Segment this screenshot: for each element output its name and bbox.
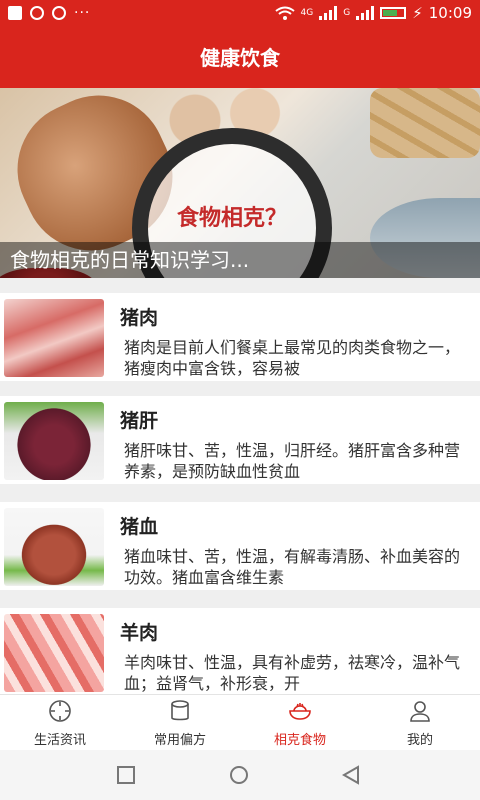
item-description: 猪肝味甘、苦，性温，归肝经。猪肝富含多种营养素，是预防缺血性贫血 [124,441,461,481]
list-item[interactable]: 猪肝 猪肝味甘、苦，性温，归肝经。猪肝富含多种营养素，是预防缺血性贫血 [0,396,480,484]
signal-2-icon [356,6,375,20]
tab-common-remedies[interactable]: 常用偏方 [120,695,240,751]
banner-overlay-text: 食物相克？ [176,206,287,231]
tab-label: 相克食物 [273,733,326,748]
tab-food-conflicts[interactable]: 相克食物 [240,695,360,751]
item-title: 羊肉 [120,622,159,644]
pork-thumbnail [4,299,104,377]
globe-icon [52,6,66,20]
clock: 10:09 [428,4,472,22]
tab-label: 我的 [406,733,433,748]
tab-life-news[interactable]: 生活资讯 [0,695,120,751]
bottom-nav: 生活资讯 常用偏方 相克食物 我的 [0,694,480,751]
tab-label: 生活资讯 [33,733,86,748]
back-icon[interactable] [340,764,362,786]
g-network-label: G [343,8,351,18]
list-item[interactable]: 猪肉 猪肉是目前人们餐桌上最常见的肉类食物之一，猪瘦肉中富含铁，容易被 [0,293,480,381]
item-title: 猪肝 [120,410,159,432]
banner-carousel[interactable]: 食物相克？ 食物相克的日常知识学习... [0,88,480,278]
item-description: 猪血味甘、苦，性温，有解毒清肠、补血美容的功效。猪血富含维生素 [124,547,461,587]
charging-icon: ⚡ [412,4,423,22]
banner-caption: 食物相克的日常知识学习... [0,242,480,278]
list-item[interactable]: 羊肉 羊肉味甘、性温，具有补虚劳，祛寒冷，温补气血；益肾气，补形衰，开 [0,608,480,694]
system-nav-bar [0,750,480,800]
wifi-icon [274,6,295,20]
recent-apps-icon[interactable] [116,765,136,785]
item-title: 猪肉 [120,307,159,329]
food-bowl-icon [289,703,311,720]
item-description: 羊肉味甘、性温，具有补虚劳，祛寒冷，温补气血；益肾气，补形衰，开 [124,653,461,693]
notification-circle-icon [30,6,44,20]
peanuts-image [370,88,480,158]
food-list: 猪肉 猪肉是目前人们餐桌上最常见的肉类食物之一，猪瘦肉中富含铁，容易被 猪肝 猪… [0,278,480,694]
lamb-thumbnail [4,614,104,692]
notification-square-icon [8,6,22,20]
status-bar: ··· 4G G ⚡ 10:09 [0,0,480,28]
network-type-label: 4G [300,8,314,18]
page-title: 健康饮食 [0,28,480,88]
user-icon [410,701,430,722]
home-icon[interactable] [228,765,250,785]
jar-icon [171,700,189,721]
item-description: 猪肉是目前人们餐桌上最常见的肉类食物之一，猪瘦肉中富含铁，容易被 [124,338,461,378]
battery-icon [380,7,407,19]
list-item[interactable]: 猪血 猪血味甘、苦，性温，有解毒清肠、补血美容的功效。猪血富含维生素 [0,502,480,590]
pig-blood-thumbnail [4,508,104,586]
item-title: 猪血 [120,516,159,538]
tab-label: 常用偏方 [153,733,206,748]
pig-liver-thumbnail [4,402,104,480]
more-notifications-icon: ··· [74,5,91,21]
signal-1-icon [319,6,338,20]
compass-icon [49,700,71,722]
tab-mine[interactable]: 我的 [360,695,480,751]
